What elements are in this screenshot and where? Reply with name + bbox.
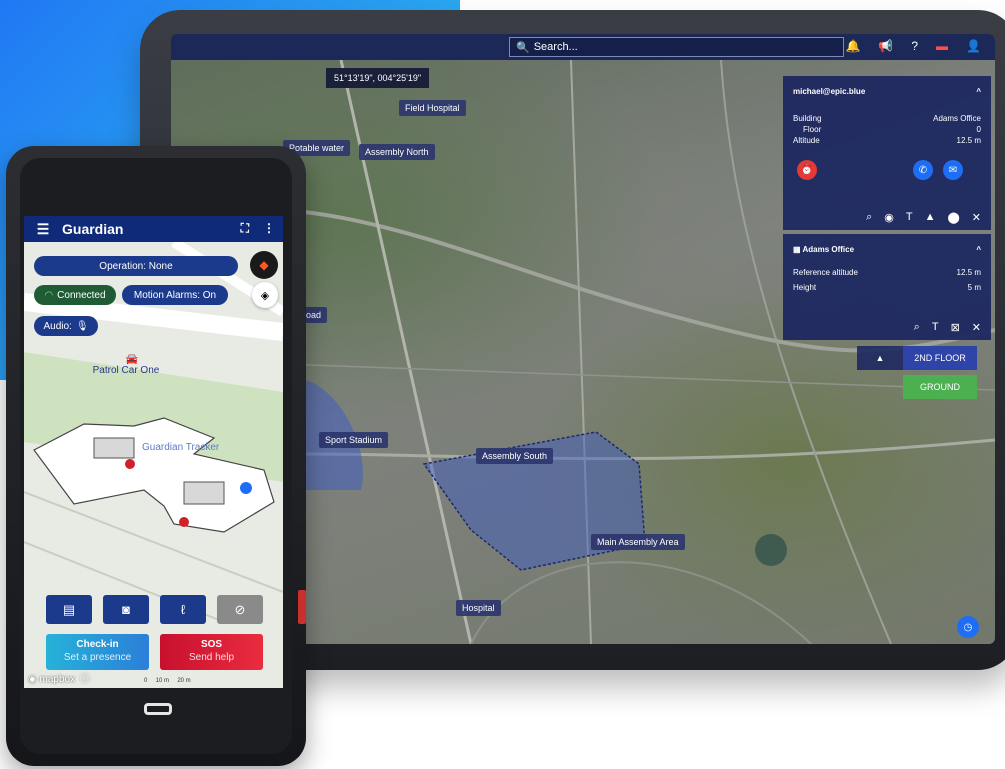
megaphone-icon[interactable]: 📢 xyxy=(878,39,893,53)
info-icon: ⓘ xyxy=(79,674,90,685)
camera-button[interactable]: ◙ xyxy=(103,595,149,624)
label-sport-stadium[interactable]: Sport Stadium xyxy=(319,432,389,448)
floor-up-icon[interactable]: ▲ xyxy=(857,346,903,370)
mountain-icon[interactable]: ▲ xyxy=(925,211,936,224)
alarm-button[interactable]: ⏰ xyxy=(797,160,817,180)
reference-altitude-readout: 12.5 m xyxy=(956,268,981,277)
label-assembly-south[interactable]: Assembly South xyxy=(476,448,554,464)
tablet-topbar: 🔍 Search... 🔔 📢 ? ▬ 👤 xyxy=(171,34,995,60)
mapbox-attribution[interactable]: ◉ mapbox ⓘ xyxy=(28,670,90,685)
check-in-title: Check-in xyxy=(76,639,119,650)
user-panel-toolbar: ⌕ ◉ T ▲ ⬤ ✕ xyxy=(783,211,991,224)
chat-icon: ✉ xyxy=(948,164,958,176)
search-icon: 🔍 xyxy=(516,41,530,54)
topbar-icons: 🔔 📢 ? ▬ 👤 xyxy=(845,39,981,53)
user-icon[interactable]: 👤 xyxy=(966,39,981,53)
floor-label: Floor xyxy=(803,125,822,134)
audio-pill[interactable]: Audio: 🎙 xyxy=(34,316,98,336)
draw-button[interactable]: ℓ xyxy=(160,595,206,624)
floor-2nd-button[interactable]: 2ND FLOOR xyxy=(903,346,977,370)
floor-ground-button[interactable]: GROUND xyxy=(903,375,977,399)
collapse-chevron-icon[interactable]: ^ xyxy=(976,244,981,255)
layers-icon: ◈ xyxy=(260,289,270,302)
clock-icon: ◷ xyxy=(963,621,973,633)
phone-side-button xyxy=(298,590,306,624)
label-main-assembly-area[interactable]: Main Assembly Area xyxy=(591,534,685,550)
location-control-button[interactable]: ◷ xyxy=(957,616,979,638)
more-options-icon[interactable]: ⋮ xyxy=(263,221,275,236)
location-pin-icon[interactable]: ⬤ xyxy=(947,211,959,224)
eye-icon[interactable]: ◉ xyxy=(884,211,894,224)
building-title: ▦ Adams Office xyxy=(793,245,855,254)
label-assembly-north[interactable]: Assembly North xyxy=(359,144,435,160)
compass-button[interactable]: ◆ xyxy=(250,251,278,279)
search-icon[interactable]: ⌕ xyxy=(914,321,920,334)
altitude-readout: 12.5 m xyxy=(956,136,981,145)
search-icon[interactable]: ⌕ xyxy=(866,211,872,224)
call-button[interactable]: ✆ xyxy=(913,160,933,180)
product-showcase: 🔍 Search... 🔔 📢 ? ▬ 👤 51°13'19", 004°25'… xyxy=(0,0,1005,769)
operation-pill[interactable]: Operation: None xyxy=(34,256,238,276)
car-icon: 🚘 xyxy=(125,354,139,365)
message-icon: ▤ xyxy=(62,601,76,617)
app-header: ☰ Guardian ⛶ ⋮ xyxy=(24,216,283,242)
map-scale: 0 10 m 20 m xyxy=(144,678,191,684)
sos-title: SOS xyxy=(200,639,223,650)
location-off-button[interactable]: ⊘ xyxy=(217,595,263,624)
sos-subtitle: Send help xyxy=(188,652,235,663)
phone-brand-logo xyxy=(144,703,172,715)
unpin-icon[interactable]: ✕ xyxy=(972,211,981,224)
text-icon[interactable]: T xyxy=(906,211,913,224)
mapbox-logo-icon: ◉ xyxy=(28,674,37,685)
building-info-panel: ▦ Adams Office ^ Reference altitude 12.5… xyxy=(783,234,991,340)
building-value: Adams Office xyxy=(933,114,981,123)
phone-screen: ☰ Guardian ⛶ ⋮ Operation: None ◆ ◠ Connec… xyxy=(24,216,283,688)
mic-off-icon: 🎙 xyxy=(75,320,89,332)
phone-icon: ✆ xyxy=(918,164,928,176)
reference-altitude-label: Reference altitude xyxy=(793,268,858,277)
location-off-icon: ⊘ xyxy=(234,601,246,617)
alarm-icon: ⏰ xyxy=(800,164,814,176)
building-panel-toolbar: ⌕ T ⊠ ✕ xyxy=(783,321,991,334)
message-button[interactable]: ▤ xyxy=(46,595,92,624)
message-button[interactable]: ✉ xyxy=(943,160,963,180)
connected-pill[interactable]: ◠ Connected xyxy=(34,285,116,305)
building-label: Building xyxy=(793,114,822,123)
app-title: Guardian xyxy=(62,221,124,237)
motion-alarms-pill[interactable]: Motion Alarms: On xyxy=(122,285,228,305)
floor-value: 0 xyxy=(976,125,981,134)
search-input[interactable]: 🔍 Search... xyxy=(509,37,844,57)
label-hospital[interactable]: Hospital xyxy=(456,600,501,616)
user-email: michael@epic.blue xyxy=(793,87,866,96)
check-in-subtitle: Set a presence xyxy=(63,652,132,663)
label-field-hospital[interactable]: Field Hospital xyxy=(399,100,466,116)
layers-button[interactable]: ◈ xyxy=(252,282,278,308)
camera-icon: ◙ xyxy=(122,602,130,617)
fullscreen-icon[interactable]: ⛶ xyxy=(241,221,249,236)
search-placeholder: Search... xyxy=(533,41,578,53)
sos-button[interactable]: SOS Send help xyxy=(160,634,263,670)
help-icon[interactable]: ? xyxy=(911,39,918,53)
collapse-chevron-icon[interactable]: ^ xyxy=(976,86,981,97)
height-readout: 5 m xyxy=(967,283,981,292)
text-icon[interactable]: T xyxy=(932,321,939,334)
unpin-icon[interactable]: ✕ xyxy=(972,321,981,334)
compass-icon: ◆ xyxy=(259,258,269,272)
patrol-car-marker[interactable]: 🚘 Patrol Car One xyxy=(93,354,162,376)
coordinate-readout: 51°13'19", 004°25'19" xyxy=(326,68,430,88)
bell-icon[interactable]: 🔔 xyxy=(845,39,860,53)
signature-icon: ℓ xyxy=(180,602,186,617)
height-label: Height xyxy=(793,283,817,292)
floorplan-icon[interactable]: ⊠ xyxy=(951,321,960,334)
user-info-panel: michael@epic.blue ^ Building Adams Offic… xyxy=(783,76,991,230)
check-in-button[interactable]: Check-in Set a presence xyxy=(46,634,149,670)
menu-icon[interactable]: ☰ xyxy=(24,221,62,238)
patrol-car-label: Patrol Car One xyxy=(92,365,160,376)
altitude-label: Altitude xyxy=(793,136,820,145)
flag-uk-icon[interactable]: ▬ xyxy=(936,39,948,53)
tracker-label[interactable]: Guardian Tracker xyxy=(142,442,219,453)
wifi-icon: ◠ xyxy=(44,289,54,301)
